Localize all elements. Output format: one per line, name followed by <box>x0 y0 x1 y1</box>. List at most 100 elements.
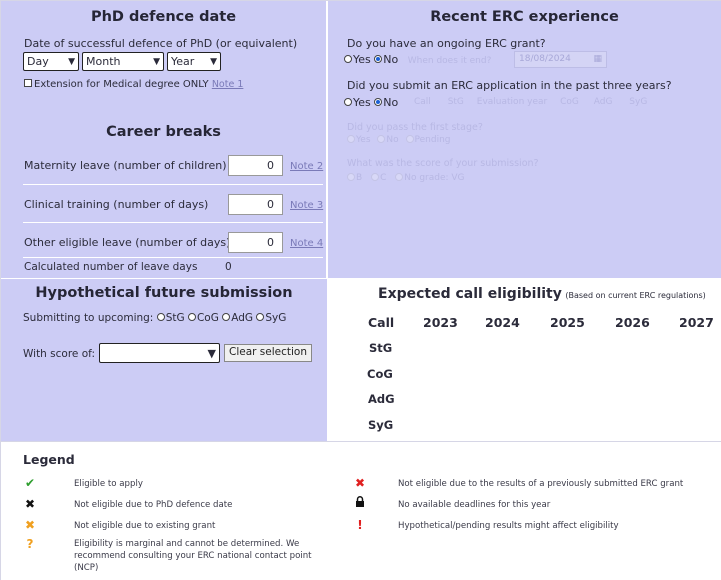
expected-panel: Expected call eligibility (Based on curr… <box>328 278 721 441</box>
score-b-radio[interactable] <box>347 172 355 181</box>
hyp-cog-radio[interactable] <box>187 313 196 321</box>
question-icon: ? <box>26 537 34 551</box>
year-header: 2024 <box>485 315 520 330</box>
past-call-options: Call StG Evaluation year CoG AdG SyG <box>414 97 647 107</box>
opt-stg: StG <box>447 97 464 107</box>
divider <box>23 257 323 258</box>
divider <box>23 184 323 185</box>
yes-label: Yes <box>353 53 371 66</box>
clear-selection-button[interactable]: Clear selection <box>224 344 312 362</box>
first-stage-yes-radio[interactable] <box>347 134 355 143</box>
phd-panel: PhD defence date Date of successful defe… <box>1 1 327 278</box>
other-leave-input[interactable]: 0 <box>228 232 283 253</box>
year-select-value: Year <box>171 55 195 68</box>
first-stage-question: Did you pass the first stage? <box>347 122 483 133</box>
score-nograde-radio[interactable] <box>395 172 404 181</box>
opt-cog: CoG <box>560 97 579 107</box>
extension-note-link[interactable]: Note 1 <box>212 79 244 90</box>
opt-adg: AdG <box>593 97 613 107</box>
ongoing-no-radio[interactable] <box>374 55 383 63</box>
first-stage-pending-radio[interactable] <box>405 134 414 143</box>
past-submission-question: Did you submit an ERC application in the… <box>347 79 672 92</box>
calendar-icon: ▦ <box>593 54 602 64</box>
phd-title: PhD defence date <box>90 9 237 25</box>
hyp-adg-radio[interactable] <box>222 313 231 321</box>
legend-marginal: Eligibility is marginal and cannot be de… <box>74 539 312 573</box>
score-question: What was the score of your submission? <box>347 158 539 169</box>
no-label: No <box>383 53 399 66</box>
extension-label: Extension for Medical degree ONLY <box>34 79 209 90</box>
exclamation-icon: ! <box>357 518 363 532</box>
first-stage-yes-label: Yes <box>356 135 371 145</box>
score-b-label: B <box>356 173 363 183</box>
submitting-row: Submitting to upcoming: StG CoG AdG SyG <box>23 312 286 324</box>
yes-label: Yes <box>353 96 371 109</box>
first-stage-no-radio[interactable] <box>377 134 386 143</box>
day-select[interactable]: Day ▼ <box>23 52 79 71</box>
hyp-stg-label: StG <box>165 312 185 324</box>
hyp-syg-radio[interactable] <box>256 313 265 321</box>
career-title: Career breaks <box>106 124 221 140</box>
opt-syg: SyG <box>629 97 648 107</box>
past-yes-radio[interactable] <box>344 98 352 106</box>
calc-leave-value: 0 <box>225 261 232 273</box>
extension-checkbox[interactable] <box>24 79 32 87</box>
erc-title: Recent ERC experience <box>430 9 619 25</box>
expected-title: Expected call eligibility <box>378 286 562 302</box>
legend-previous-results: Not eligible due to the results of a pre… <box>398 479 684 489</box>
row-label-adg: AdG <box>368 392 395 406</box>
year-select[interactable]: Year ▼ <box>167 52 221 71</box>
erc-eligibility-tool: PhD defence date Date of successful defe… <box>0 0 721 580</box>
lock-icon-svg <box>356 496 364 507</box>
chevron-down-icon: ▼ <box>68 56 75 67</box>
clinical-input[interactable]: 0 <box>228 194 283 215</box>
submitting-label: Submitting to upcoming: <box>23 312 154 324</box>
first-stage-radios: Yes No Pending <box>347 134 451 145</box>
lock-icon <box>353 496 367 510</box>
score-select[interactable]: ▼ <box>99 343 220 363</box>
hyp-stg-radio[interactable] <box>156 313 165 321</box>
score-c-label: C <box>380 173 387 183</box>
ongoing-grant-radios: Yes No When does it end? <box>344 53 491 66</box>
chevron-down-icon: ▼ <box>210 56 217 67</box>
first-stage-pending-label: Pending <box>414 135 451 145</box>
hypothetical-title: Hypothetical future submission <box>35 285 293 301</box>
grant-end-date-value: 18/08/2024 <box>519 54 571 64</box>
extension-row: Extension for Medical degree ONLY Note 1 <box>24 79 243 90</box>
hyp-adg-label: AdG <box>231 312 254 324</box>
calc-leave-label: Calculated number of leave days <box>24 261 198 273</box>
score-radios: B C No grade: VG <box>347 172 465 183</box>
row-label-cog: CoG <box>367 367 393 381</box>
cross-black-icon: ✖ <box>24 497 36 511</box>
maternity-note-link[interactable]: Note 2 <box>290 161 323 172</box>
row-label-stg: StG <box>369 341 393 355</box>
clinical-note-link[interactable]: Note 3 <box>290 200 323 211</box>
hyp-syg-label: SyG <box>265 312 287 324</box>
day-select-value: Day <box>27 55 49 68</box>
year-header: 2026 <box>615 315 650 330</box>
expected-title-row: Expected call eligibility (Based on curr… <box>378 286 706 302</box>
score-c-radio[interactable] <box>371 172 380 181</box>
year-header: 2023 <box>423 315 458 330</box>
ongoing-yes-radio[interactable] <box>344 55 352 63</box>
other-leave-note-link[interactable]: Note 4 <box>290 238 323 249</box>
legend-eligible: Eligible to apply <box>74 479 143 489</box>
check-icon: ✔ <box>24 476 36 490</box>
cross-red-icon: ✖ <box>354 476 366 490</box>
grant-end-date-input[interactable]: 18/08/2024 ▦ <box>514 51 607 68</box>
month-select-value: Month <box>86 55 121 68</box>
ongoing-grant-question: Do you have an ongoing ERC grant? <box>347 37 546 50</box>
opt-call: Call <box>414 97 431 107</box>
other-leave-label: Other eligible leave (number of days) <box>24 236 231 249</box>
month-select[interactable]: Month ▼ <box>82 52 164 71</box>
maternity-label: Maternity leave (number of children) <box>24 159 227 172</box>
score-nograde-label: No grade: VG <box>404 173 465 183</box>
maternity-input[interactable]: 0 <box>228 155 283 176</box>
chevron-down-icon: ▼ <box>153 56 160 67</box>
past-no-radio[interactable] <box>374 98 383 106</box>
cross-orange-icon: ✖ <box>24 518 36 532</box>
legend-phd-date: Not eligible due to PhD defence date <box>74 500 233 510</box>
first-stage-no-label: No <box>386 135 399 145</box>
legend-panel: Legend ✔ Eligible to apply ✖ Not eligibl… <box>1 441 721 580</box>
legend-existing-grant: Not eligible due to existing grant <box>74 521 216 531</box>
